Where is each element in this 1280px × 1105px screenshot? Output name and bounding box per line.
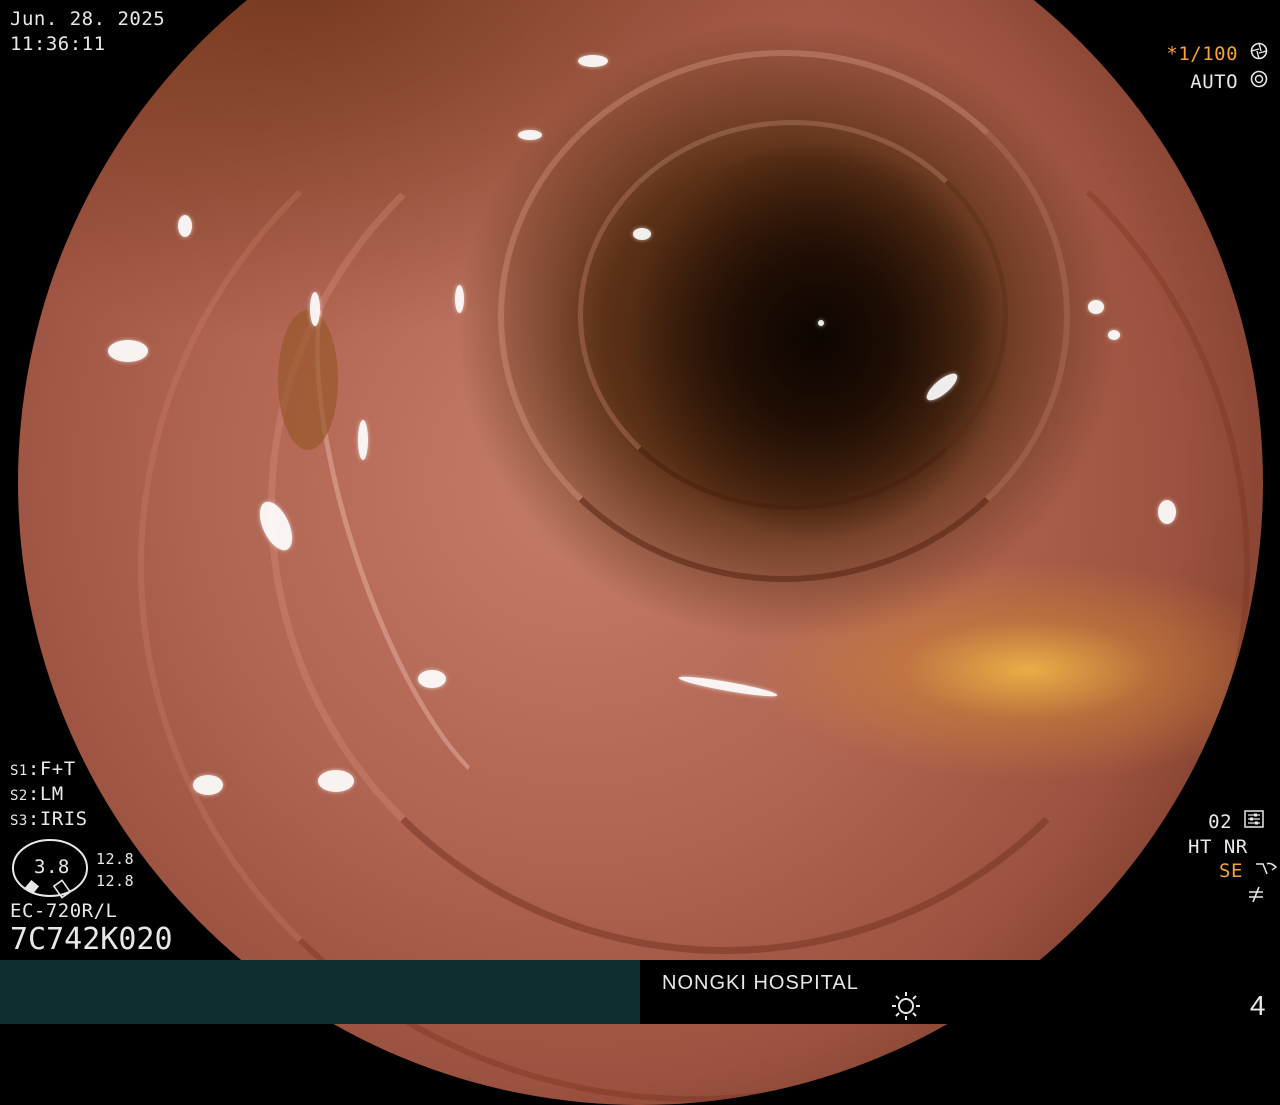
page-number: 4 [1249,990,1266,1021]
not-equal-icon [1246,884,1266,904]
switch-key: S3 [10,813,28,829]
iris-text: AUTO [1190,71,1239,93]
time-text: 11:36:11 [10,33,106,55]
se-indicator: SE [1219,860,1277,882]
switch-value: IRIS [39,808,88,830]
enhance-icon [1255,860,1277,882]
gauge-lower-value: 12.8 [96,872,135,890]
se-text: SE [1219,860,1243,882]
footer-left-bar [0,960,640,1024]
iris-indicator: AUTO [1190,70,1268,93]
light-icon [890,990,922,1022]
switch-s1: S1:F+T [10,758,76,780]
switch-value: LM [39,783,64,805]
switch-s3: S3:IRIS [10,808,88,830]
scope-model: EC-720R/L [10,900,118,922]
gauge-center-value: 3.8 [34,856,70,878]
switch-s2: S2:LM [10,783,64,805]
iris-icon [1250,70,1268,93]
preset-text: 02 [1208,811,1233,833]
date-text: Jun. 28. 2025 [10,8,166,30]
scope-serial: 7C742K020 [10,922,173,957]
zoom-gauge: 3.8 [10,838,94,900]
preset-indicator: 02 [1208,810,1264,833]
shutter-indicator: *1/100 [1166,42,1268,65]
gauge-upper-value: 12.8 [96,850,135,868]
switch-key: S1 [10,763,28,779]
footer-right-bar: NONGKI HOSPITAL 4 [640,960,1280,1024]
switch-key: S2 [10,788,28,804]
ht-nr-text: HT NR [1188,836,1248,858]
shutter-text: *1/100 [1166,43,1239,65]
shutter-icon [1250,42,1268,65]
endoscopic-view [18,0,1263,1105]
hospital-name: NONGKI HOSPITAL [662,972,859,994]
switch-value: F+T [39,758,76,780]
settings-icon [1244,810,1264,833]
